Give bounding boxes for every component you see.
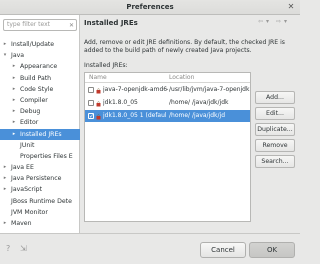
filter-placeholder: type filter text — [7, 21, 51, 28]
tree-item-label: Appearance — [20, 63, 58, 71]
tree-item[interactable]: ▸ Appearance — [0, 61, 80, 72]
tree-item[interactable]: ▸ JavaScript — [0, 184, 80, 195]
back-arrow-icon[interactable]: ⇦ — [258, 18, 263, 25]
tree-item[interactable]: JBoss Runtime Dete — [0, 196, 80, 207]
tree-item[interactable]: ▸ Build Path — [0, 73, 80, 84]
forward-menu-icon[interactable]: ▾ — [284, 18, 287, 25]
tree-item[interactable]: ▸ Maven — [0, 218, 80, 229]
jre-table[interactable]: Name Location java-7-openjdk-amd64/usr/l… — [84, 72, 251, 222]
title-bar: Preferences ✕ — [0, 0, 300, 15]
tree-item[interactable]: Properties Files E — [0, 151, 80, 162]
preferences-sidebar: type filter text ✕ ▸ Install/Update ▾ Java ▸… — [0, 15, 80, 233]
forward-arrow-icon[interactable]: ⇨ — [276, 18, 281, 25]
collapsed-arrow-icon[interactable]: ▸ — [11, 73, 17, 84]
table-header: Name Location — [85, 73, 250, 83]
collapsed-arrow-icon[interactable]: ▸ — [11, 106, 17, 117]
collapsed-arrow-icon[interactable]: ▸ — [11, 117, 17, 128]
tree-item-label: Build Path — [20, 74, 52, 82]
tree-item-label: Editor — [20, 119, 39, 127]
jre-name: java-7-openjdk-amd64 — [103, 86, 168, 93]
cancel-button[interactable]: Cancel — [200, 242, 246, 258]
tree-item[interactable]: ▸ Editor — [0, 117, 80, 128]
preference-page: Installed JREs ⇦ ▾ ⇨ ▾ Add, remove or ed… — [81, 15, 300, 233]
tree-item-label: Install/Update — [11, 41, 55, 48]
tree-item-label: JBoss Runtime Dete — [11, 197, 72, 205]
tree-item[interactable]: ▸ Java Persistence — [0, 173, 80, 184]
clear-filter-icon[interactable]: ✕ — [69, 21, 74, 31]
page-header: Installed JREs ⇦ ▾ ⇨ ▾ — [81, 15, 300, 33]
expanded-arrow-icon[interactable]: ▾ — [2, 50, 8, 61]
tree-item-label: Java — [11, 52, 25, 60]
tree-item-label: Java EE — [11, 164, 34, 172]
close-icon[interactable]: ✕ — [286, 2, 296, 12]
installed-jres-label: Installed JREs: — [84, 62, 128, 69]
dialog-footer: ? ⇲ Cancel OK — [0, 233, 300, 264]
jre-icon — [96, 100, 102, 107]
tree-item[interactable]: ▸ Java EE — [0, 162, 80, 173]
collapsed-arrow-icon[interactable]: ▸ — [11, 84, 17, 95]
jre-name: jdk1.8.0_05 — [103, 99, 138, 106]
jre-location: /home/ /java/jdk/jd — [169, 112, 226, 119]
collapsed-arrow-icon[interactable]: ▸ — [2, 39, 8, 50]
table-row[interactable]: java-7-openjdk-amd64/usr/lib/jvm/java-7-… — [85, 84, 250, 96]
window-title: Preferences — [126, 3, 174, 11]
help-icon[interactable]: ? — [6, 244, 10, 253]
duplicate-button[interactable]: Duplicate... — [255, 123, 295, 136]
collapsed-arrow-icon[interactable]: ▸ — [2, 162, 8, 173]
table-row[interactable]: jdk1.8.0_05 1 (defaul/home/ /java/jdk/jd — [85, 110, 250, 122]
back-menu-icon[interactable]: ▾ — [266, 18, 269, 25]
search-button[interactable]: Search... — [255, 155, 295, 168]
tree-item[interactable]: JUnit — [0, 140, 80, 151]
tree-item-label: Compiler — [20, 96, 48, 104]
jre-name: jdk1.8.0_05 1 (defaul — [103, 112, 167, 119]
tree-item[interactable]: ▾ Java — [0, 50, 80, 61]
tree-item-label: Installed JREs — [20, 130, 62, 138]
tree-item-label: JUnit — [20, 141, 35, 149]
collapsed-arrow-icon[interactable]: ▸ — [2, 218, 8, 229]
tree-item-label: Debug — [20, 108, 41, 116]
tree-item[interactable]: ▸ Compiler — [0, 95, 80, 106]
table-row[interactable]: jdk1.8.0_05/home/ /java/jdk/jdk — [85, 97, 250, 109]
tree-item[interactable]: ▸ Code Style — [0, 84, 80, 95]
add-button[interactable]: Add... — [255, 91, 295, 104]
collapsed-arrow-icon[interactable]: ▸ — [11, 95, 17, 106]
tree-item-label: Properties Files E — [20, 152, 73, 160]
tree-item[interactable]: ▸ Installed JREs — [0, 128, 80, 140]
column-name-header[interactable]: Name — [89, 73, 107, 83]
tree-item-label: JVM Monitor — [11, 208, 48, 216]
remove-button[interactable]: Remove — [255, 139, 295, 152]
jre-icon — [96, 113, 102, 120]
jre-icon — [96, 87, 102, 94]
tree-item-label: Code Style — [20, 85, 54, 93]
page-description: Add, remove or edit JRE definitions. By … — [84, 39, 285, 54]
collapsed-arrow-icon[interactable]: ▸ — [11, 129, 17, 140]
edit-button[interactable]: Edit... — [255, 107, 295, 120]
page-title: Installed JREs — [84, 19, 138, 27]
collapsed-arrow-icon[interactable]: ▸ — [2, 173, 8, 184]
ok-button[interactable]: OK — [249, 242, 295, 258]
default-jre-checkbox[interactable] — [88, 100, 94, 106]
collapsed-arrow-icon[interactable]: ▸ — [2, 184, 8, 195]
import-export-icon[interactable]: ⇲ — [20, 244, 27, 253]
preferences-tree: ▸ Install/Update ▾ Java ▸ Appearance ▸ Build Pa… — [0, 39, 80, 229]
jre-location: /home/ /java/jdk/jdk — [169, 99, 229, 106]
column-location-header[interactable]: Location — [169, 73, 194, 83]
tree-item-label: JavaScript — [11, 186, 43, 194]
jre-location: /usr/lib/jvm/java-7-openjdk — [169, 86, 250, 93]
default-jre-checkbox[interactable] — [88, 87, 94, 93]
filter-input[interactable]: type filter text ✕ — [3, 19, 77, 31]
collapsed-arrow-icon[interactable]: ▸ — [11, 61, 17, 72]
tree-item[interactable]: ▸ Install/Update — [0, 39, 80, 50]
tree-item[interactable]: JVM Monitor — [0, 207, 80, 218]
tree-item-label: Maven — [11, 220, 32, 227]
default-jre-checkbox[interactable] — [88, 111, 94, 122]
tree-item-label: Java Persistence — [11, 175, 62, 183]
tree-item[interactable]: ▸ Debug — [0, 106, 80, 117]
